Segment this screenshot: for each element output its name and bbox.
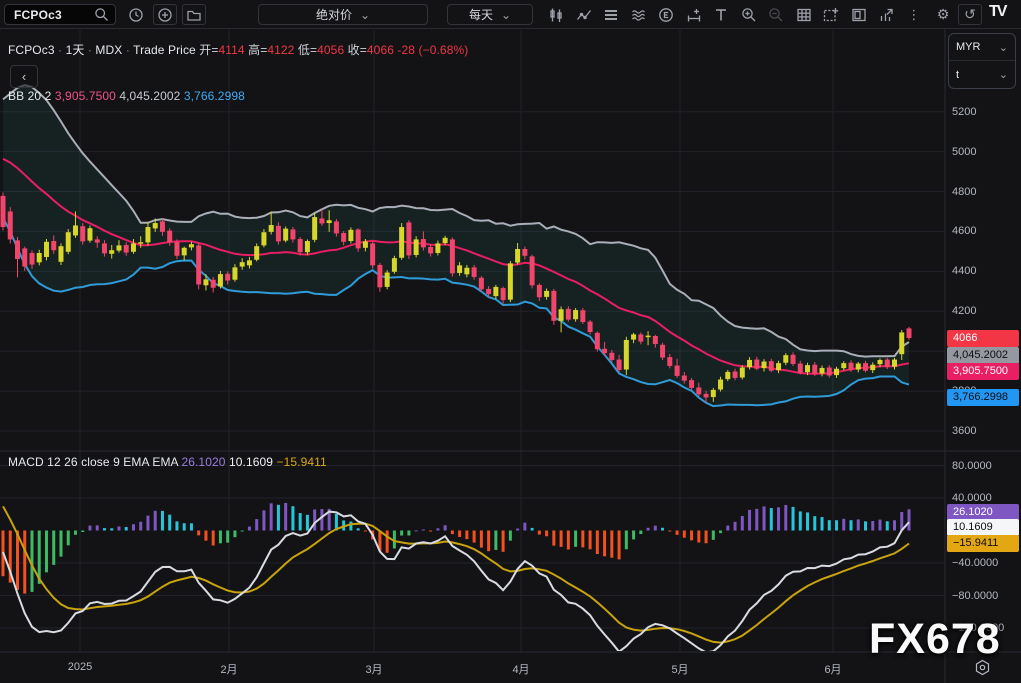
currency-dropdown[interactable]: MYR ⌄ (949, 34, 1015, 61)
grid-layout-icon[interactable] (791, 4, 817, 25)
zoom-out-icon[interactable] (763, 4, 789, 25)
unit-value: t (956, 69, 959, 81)
time-axis-label: 5月 (650, 661, 710, 677)
price-axis-tick: 4600 (952, 224, 976, 238)
axis-value-label: −15.9411 (947, 535, 1019, 552)
price-axis-tick: 4400 (952, 264, 976, 278)
indicators-icon[interactable] (571, 4, 597, 25)
legend-segment: Trade Price (133, 43, 196, 57)
macd-axis-tick: 40.0000 (952, 491, 992, 505)
macd-indicator-legend[interactable]: MACD 12 26 close 9 EMA EMA 26.1020 10.16… (8, 455, 327, 469)
chevron-down-icon: ⌄ (360, 8, 370, 22)
price-axis-tick: 3600 (952, 424, 976, 438)
legend-segment: 26.1020 (178, 455, 226, 469)
trading-app: FCPOc3 绝对价 ⌄ 每天 ⌄ ⋮ ⚙ ↺ TV FCPOc3 · 1天 ·… (0, 0, 1021, 683)
price-mode-value: 绝对价 (316, 6, 352, 23)
axis-value-label: 4066 (947, 330, 1019, 347)
legend-segment: · (84, 43, 95, 57)
compare-waves-icon[interactable] (626, 4, 652, 25)
legend-segment: 低= (294, 43, 317, 57)
legend-segment: −15.9411 (273, 455, 327, 469)
axis-value-label: 3,766.2998 (947, 389, 1019, 406)
time-axis-label: 2月 (199, 661, 259, 677)
legend-segment: FCPOc3 (8, 43, 55, 57)
legend-segment: 3,905.7500 (51, 89, 116, 103)
axis-value-label: 3,905.7500 (947, 363, 1019, 380)
time-axis-label: 6月 (803, 661, 863, 677)
legend-segment: 4122 (267, 43, 294, 57)
symbol-legend[interactable]: FCPOc3 · 1天 · MDX · Trade Price 开=4114 高… (8, 41, 468, 58)
search-icon (94, 7, 109, 22)
fx678-watermark: FX678 (869, 615, 1001, 664)
time-axis-label: 2025 (50, 661, 110, 673)
toolbar-tools: ⋮ (543, 4, 927, 25)
layers-icon[interactable] (598, 4, 624, 25)
legend-segment: 4056 (317, 43, 344, 57)
price-mode-dropdown[interactable]: 绝对价 ⌄ (258, 4, 428, 25)
collapse-legend-button[interactable]: ‹ (10, 65, 38, 88)
symbol-search-box[interactable]: FCPOc3 (4, 4, 116, 25)
more-kebab-icon[interactable]: ⋮ (901, 4, 927, 25)
chevron-down-icon: ⌄ (501, 8, 511, 22)
unit-dropdown[interactable]: t ⌄ (949, 61, 1015, 88)
legend-segment: 开= (196, 43, 219, 57)
text-tool-icon[interactable] (708, 4, 734, 25)
legend-segment: 3,766.2998 (180, 89, 245, 103)
gear-icon[interactable]: ⚙ (931, 4, 955, 25)
legend-segment: 4114 (218, 43, 244, 57)
legend-segment: · (122, 43, 133, 57)
legend-segment: 收= (344, 43, 367, 57)
zoom-in-icon[interactable] (736, 4, 762, 25)
top-toolbar: FCPOc3 绝对价 ⌄ 每天 ⌄ ⋮ ⚙ ↺ TV (0, 0, 1021, 29)
axis-value-label: 4,045.2002 (947, 347, 1019, 364)
fundamentals-e-icon[interactable] (653, 4, 679, 25)
bb-indicator-legend[interactable]: BB 20 2 3,905.7500 4,045.2002 3,766.2998 (8, 89, 245, 103)
axis-value-label: 10.1609 (947, 519, 1019, 536)
legend-segment: 高= (245, 43, 268, 57)
publish-chart-icon[interactable] (873, 4, 899, 25)
add-circle-icon[interactable] (153, 4, 177, 25)
symbol-input[interactable]: FCPOc3 (14, 8, 94, 22)
macd-axis-tick: −80.0000 (952, 589, 998, 603)
chevron-down-icon: ⌄ (999, 68, 1008, 81)
history-clock-icon[interactable] (124, 4, 148, 25)
time-axis-label: 3月 (344, 661, 404, 677)
legend-segment: 4066 (367, 43, 394, 57)
legend-segment: 10.1609 (226, 455, 274, 469)
macd-axis-tick: −40.0000 (952, 556, 998, 570)
layouts-icon[interactable] (846, 4, 872, 25)
price-axis-tick: 4200 (952, 304, 976, 318)
legend-segment: -28 (−0.68%) (394, 43, 468, 57)
interval-dropdown[interactable]: 每天 ⌄ (447, 4, 533, 25)
measure-icon[interactable] (681, 4, 707, 25)
chevron-down-icon: ⌄ (999, 41, 1008, 54)
legend-segment: · (55, 43, 66, 57)
currency-value: MYR (956, 41, 980, 53)
legend-segment: MDX (95, 43, 122, 57)
folder-icon[interactable] (182, 4, 206, 25)
candles-icon[interactable] (543, 4, 569, 25)
time-axis-label: 4月 (491, 661, 551, 677)
price-axis-settings: MYR ⌄ t ⌄ (948, 33, 1016, 89)
legend-segment: BB 20 2 (8, 89, 51, 103)
undo-icon[interactable]: ↺ (958, 4, 982, 25)
snapshot-icon[interactable] (818, 4, 844, 25)
interval-value: 每天 (469, 6, 493, 23)
legend-segment: MACD 12 26 close 9 EMA EMA (8, 455, 178, 469)
tradingview-logo[interactable]: TV (989, 3, 1005, 21)
legend-segment: 1天 (66, 43, 85, 57)
price-axis-tick: 5000 (952, 145, 976, 159)
macd-axis-tick: 80.0000 (952, 459, 992, 473)
price-axis-tick: 5200 (952, 105, 976, 119)
price-axis-tick: 4800 (952, 185, 976, 199)
legend-segment: 4,045.2002 (116, 89, 181, 103)
